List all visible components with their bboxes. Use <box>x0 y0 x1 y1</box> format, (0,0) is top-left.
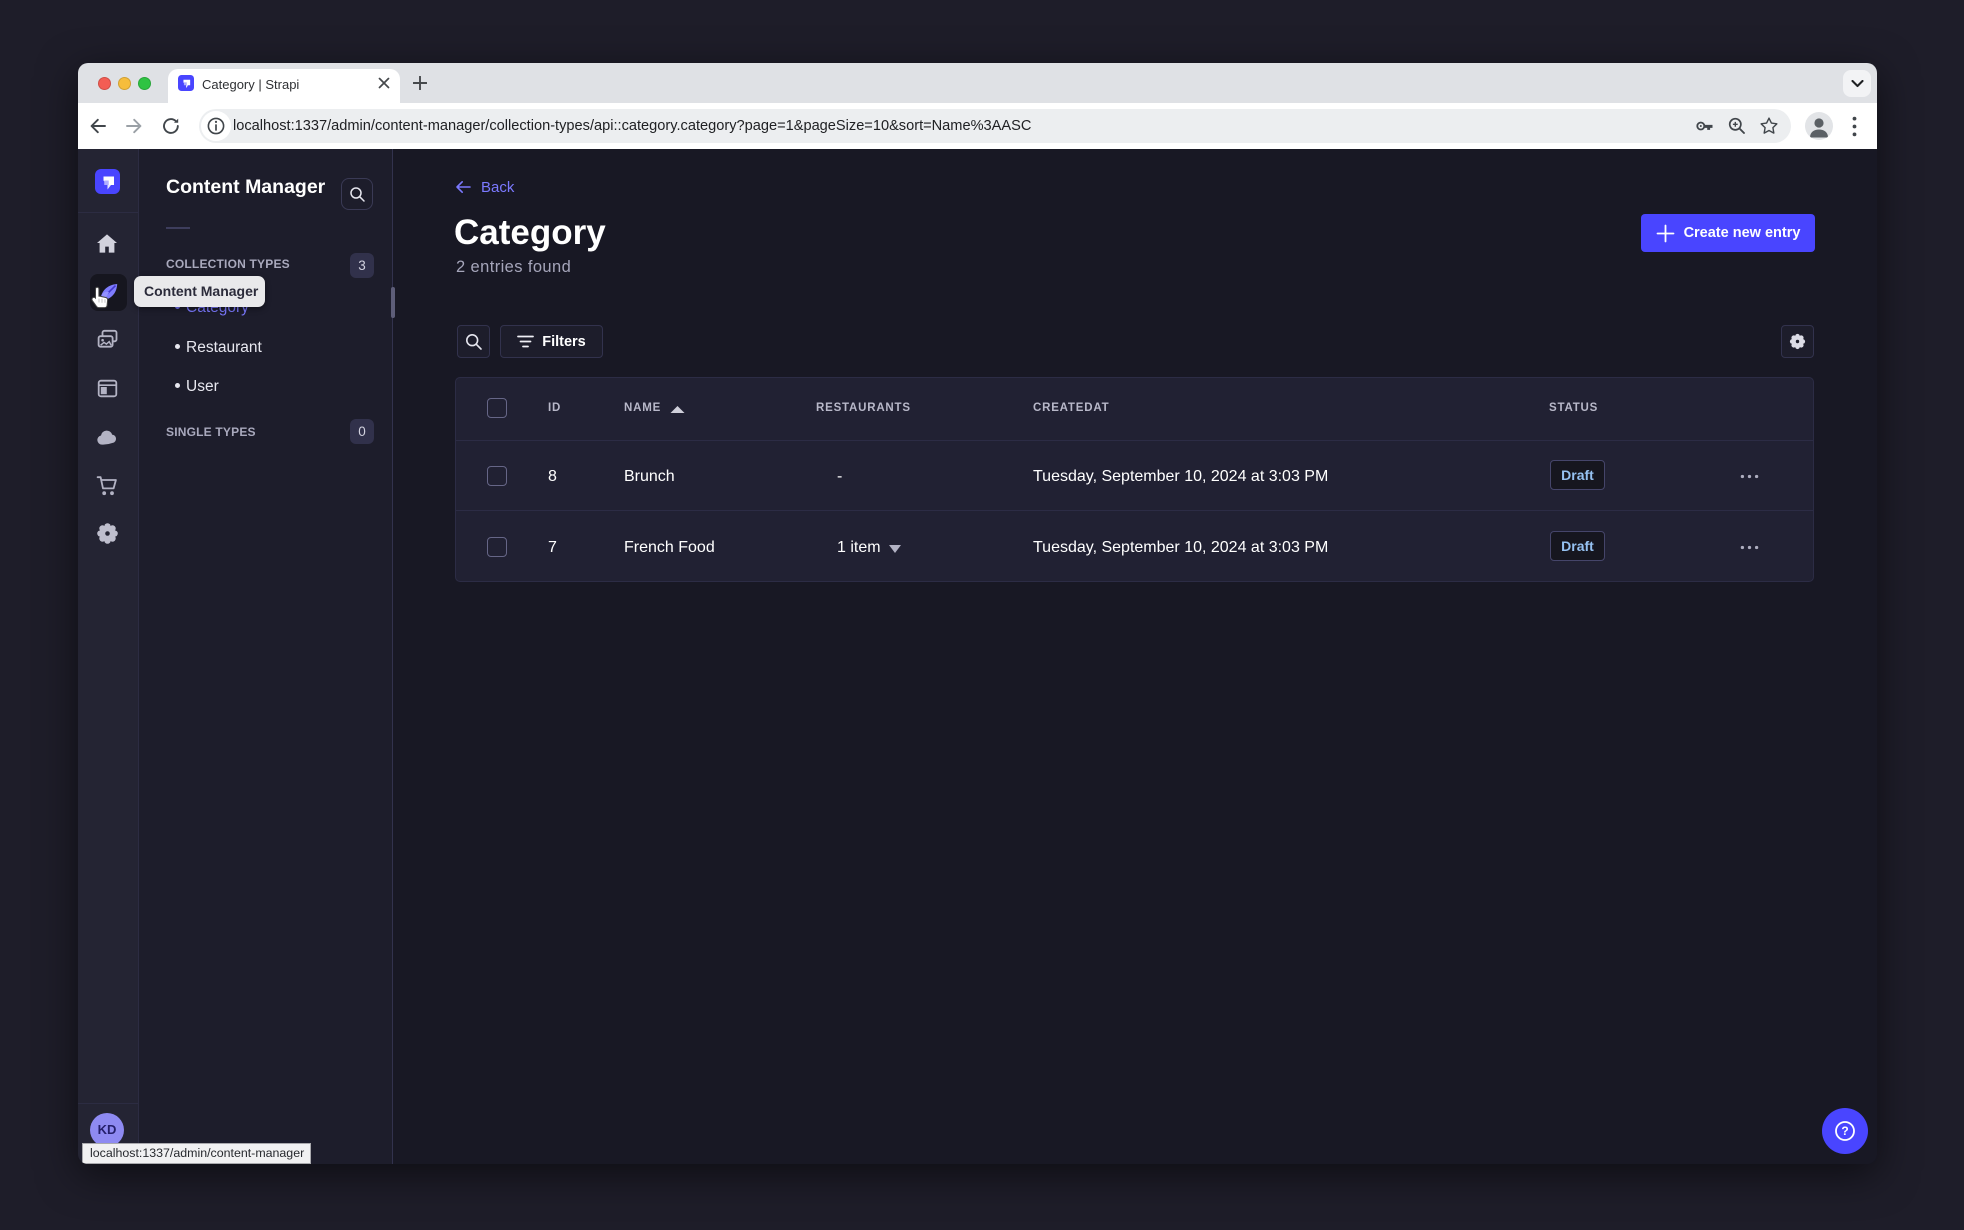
svg-text:?: ? <box>1841 1124 1848 1138</box>
